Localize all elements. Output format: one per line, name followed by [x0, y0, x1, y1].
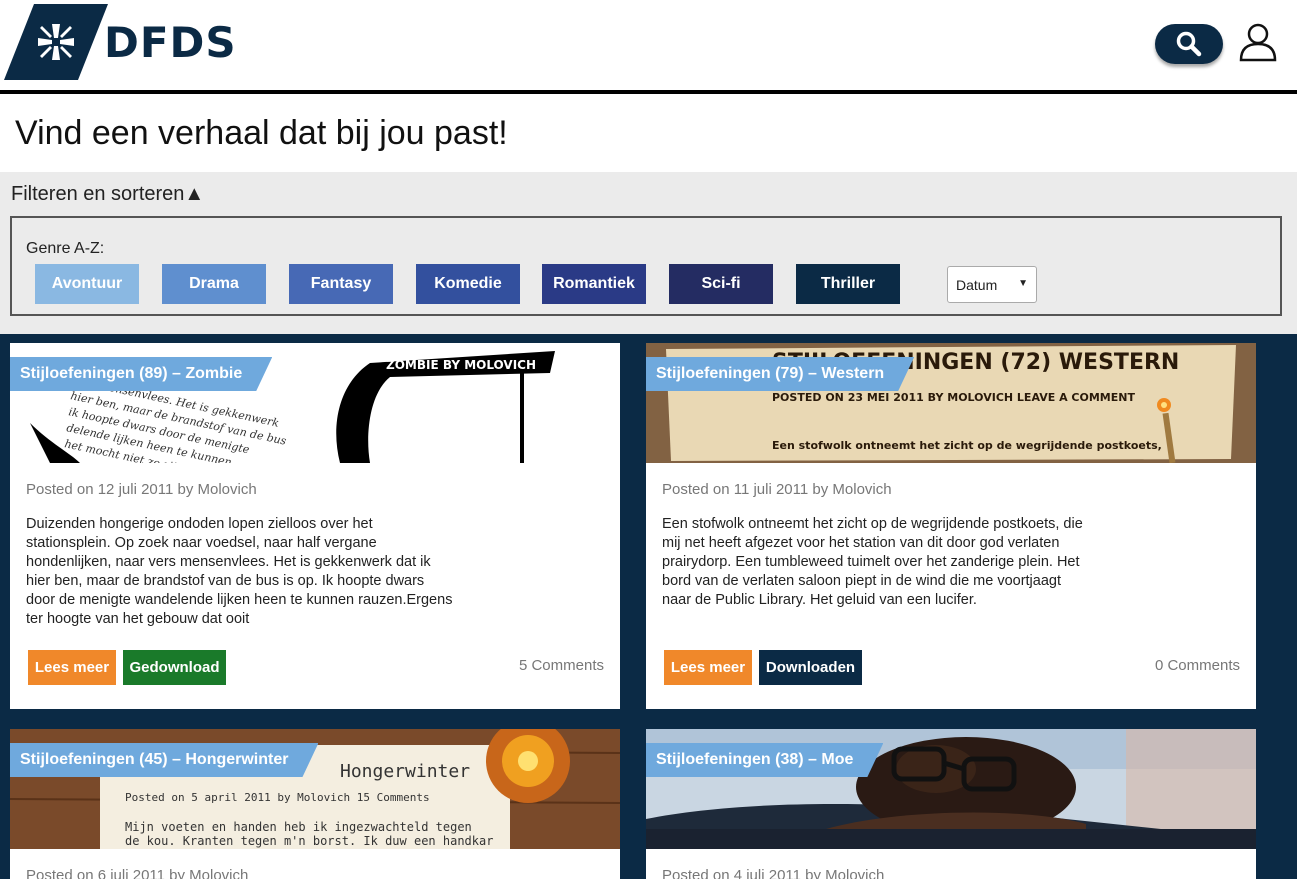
post-meta: Posted on 11 juli 2011 by Molovich — [662, 481, 892, 498]
posts-grid: hier ben, maar de brandstof van de bus i… — [0, 334, 1297, 879]
filter-toggle-label: Filteren en sorteren — [11, 183, 185, 205]
filter-panel: Genre A-Z: Avontuur Drama Fantasy Komedi… — [10, 216, 1282, 316]
downloaded-button[interactable]: Gedownload — [123, 650, 226, 685]
post-excerpt: Duizenden hongerige ondoden lopen ziello… — [26, 516, 453, 627]
post-card: Hongerwinter Posted on 5 april 2011 by M… — [10, 729, 620, 879]
svg-text:Mijn voeten en handen heb ik i: Mijn voeten en handen heb ik ingezwachte… — [125, 820, 472, 834]
comments-link[interactable]: 5 Comments — [519, 657, 604, 674]
dfds-logo[interactable]: DFDS — [4, 4, 237, 80]
sort-selected-value: Datum — [956, 276, 998, 293]
read-more-button[interactable]: Lees meer — [28, 650, 116, 685]
post-card: Stijloefeningen (38) – Moe Posted on 4 j… — [646, 729, 1256, 879]
search-icon — [1176, 31, 1202, 57]
post-card: STIJLOEFENINGEN (72) WESTERN POSTED ON 2… — [646, 343, 1256, 709]
image-caption: Hongerwinter — [340, 761, 470, 782]
post-title[interactable]: Stijloefeningen (38) – Moe — [646, 743, 883, 777]
svg-text:de kou. Kranten tegen m'n bors: de kou. Kranten tegen m'n borst. Ik duw … — [125, 834, 493, 848]
user-icon[interactable] — [1238, 22, 1278, 62]
brand-name: DFDS — [104, 17, 237, 67]
logo-mark-icon — [4, 4, 108, 80]
genre-button-romantiek[interactable]: Romantiek — [542, 264, 646, 304]
post-title[interactable]: Stijloefeningen (79) – Western — [646, 357, 914, 391]
search-button[interactable] — [1155, 24, 1223, 64]
genre-button-komedie[interactable]: Komedie — [416, 264, 520, 304]
genre-button-avontuur[interactable]: Avontuur — [35, 264, 139, 304]
read-more-button[interactable]: Lees meer — [664, 650, 752, 685]
post-title[interactable]: Stijloefeningen (89) – Zombie — [10, 357, 272, 391]
post-card: hier ben, maar de brandstof van de bus i… — [10, 343, 620, 709]
post-meta: Posted on 12 juli 2011 by Molovich — [26, 481, 257, 498]
svg-text:Posted on 5 april 2011 by Molo: Posted on 5 april 2011 by Molovich 15 Co… — [125, 791, 430, 804]
post-meta: Posted on 4 juli 2011 by Molovich — [662, 867, 885, 879]
genre-button-drama[interactable]: Drama — [162, 264, 266, 304]
page-title: Vind een verhaal dat bij jou past! — [15, 114, 508, 152]
svg-text:Een stofwolk ontneemt het zich: Een stofwolk ontneemt het zicht op de we… — [772, 439, 1162, 452]
svg-text:POSTED ON 23 MEI 2011 BY MOLOV: POSTED ON 23 MEI 2011 BY MOLOVICH LEAVE … — [772, 391, 1135, 404]
dropdown-arrow-icon: ▼ — [1018, 278, 1028, 289]
post-title[interactable]: Stijloefeningen (45) – Hongerwinter — [10, 743, 318, 777]
sort-select[interactable]: Datum ▼ — [947, 266, 1037, 303]
filter-section: Filteren en sorteren▲ Genre A-Z: Avontuu… — [0, 172, 1297, 334]
title-bar: Vind een verhaal dat bij jou past! — [0, 94, 1297, 172]
genre-label: Genre A-Z: — [26, 240, 105, 257]
genre-button-thriller[interactable]: Thriller — [796, 264, 900, 304]
filter-toggle[interactable]: Filteren en sorteren▲ — [11, 183, 204, 206]
site-header: DFDS — [0, 0, 1297, 94]
image-caption: ZOMBIE BY MOLOVICH — [386, 358, 536, 372]
comments-link[interactable]: 0 Comments — [1155, 657, 1240, 674]
download-button[interactable]: Downloaden — [759, 650, 862, 685]
collapse-arrow-icon: ▲ — [184, 183, 205, 205]
genre-button-sci-fi[interactable]: Sci-fi — [669, 264, 773, 304]
post-meta: Posted on 6 juli 2011 by Molovich — [26, 867, 249, 879]
post-excerpt: Een stofwolk ontneemt het zicht op de we… — [662, 516, 1083, 608]
genre-button-fantasy[interactable]: Fantasy — [289, 264, 393, 304]
